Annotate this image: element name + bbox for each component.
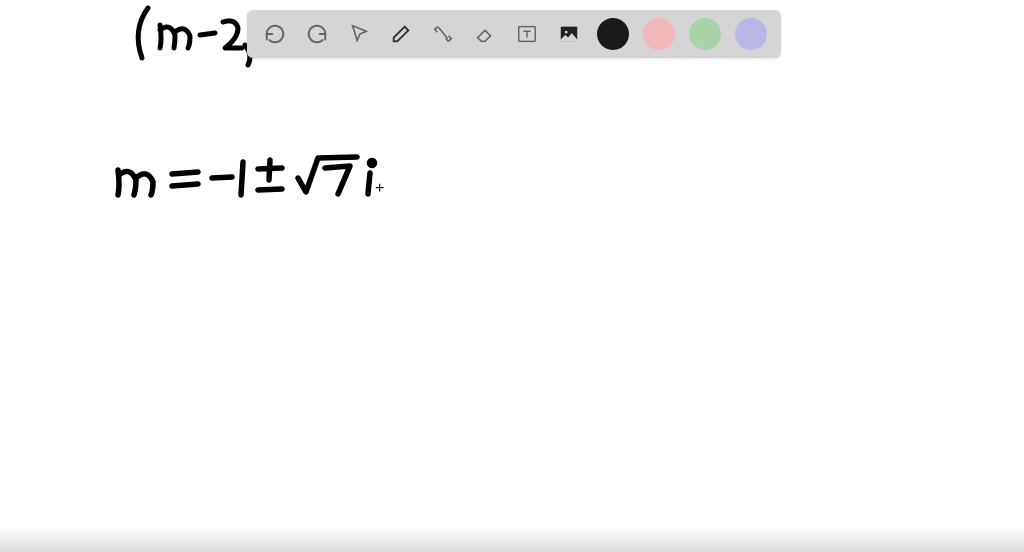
color-pink[interactable] [643, 18, 675, 50]
color-purple[interactable] [735, 18, 767, 50]
pointer-tool[interactable] [345, 20, 373, 48]
color-green[interactable] [689, 18, 721, 50]
tools-button[interactable] [429, 20, 457, 48]
undo-button[interactable] [261, 20, 289, 48]
redo-button[interactable] [303, 20, 331, 48]
eraser-tool[interactable] [471, 20, 499, 48]
handwriting-line2 [110, 150, 410, 220]
image-tool[interactable] [555, 20, 583, 48]
bottom-shadow [0, 527, 1024, 552]
cursor-crosshair: + [375, 180, 384, 198]
text-tool[interactable] [513, 20, 541, 48]
pen-tool[interactable] [387, 20, 415, 48]
drawing-toolbar [247, 10, 781, 58]
color-black[interactable] [597, 18, 629, 50]
